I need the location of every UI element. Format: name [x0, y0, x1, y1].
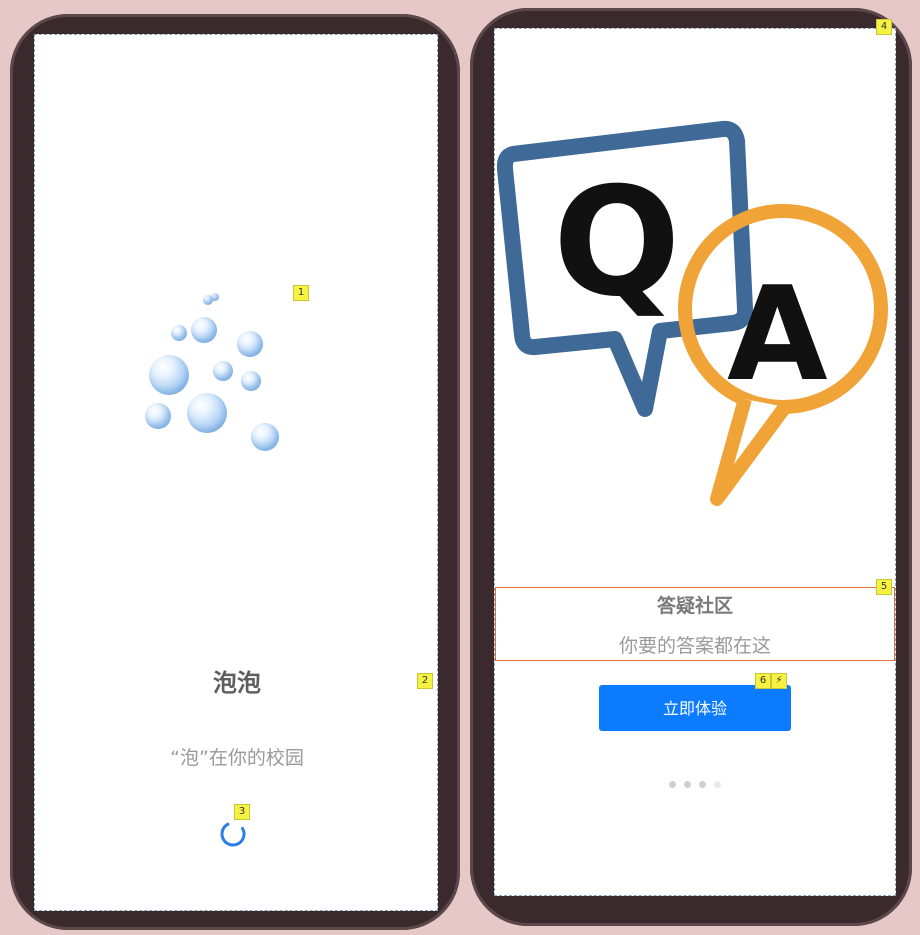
onboarding-screen: Q A 答疑社区 你要的答案都在这 立即体验: [494, 28, 896, 896]
bubbles-icon: [145, 293, 305, 475]
spinner-icon: [220, 821, 246, 847]
page-dot[interactable]: [684, 781, 691, 788]
feature-subtitle: 你要的答案都在这: [618, 635, 771, 657]
try-now-button[interactable]: 立即体验: [599, 685, 791, 731]
lightning-icon: ⚡: [771, 673, 787, 689]
annotation-marker-6: 6: [755, 673, 771, 689]
feature-title: 答疑社区: [656, 595, 733, 617]
page-dot[interactable]: [699, 781, 706, 788]
app-slogan: “泡”在你的校园: [170, 747, 304, 769]
annotation-marker-3: 3: [234, 804, 250, 820]
app-title: 泡泡: [213, 669, 261, 697]
phone-frame-right: Q A 答疑社区 你要的答案都在这 立即体验: [470, 8, 912, 926]
illustration-letter-q: Q: [553, 156, 681, 330]
qa-chat-bubbles-icon: Q A: [496, 120, 888, 506]
annotation-marker-4: 4: [876, 19, 892, 35]
phone-frame-left: 泡泡 “泡”在你的校园: [10, 14, 460, 930]
annotation-marker-1: 1: [293, 285, 309, 301]
annotation-marker-2: 2: [417, 673, 433, 689]
page-dot-active[interactable]: [714, 781, 721, 788]
splash-screen: 泡泡 “泡”在你的校园: [34, 34, 438, 911]
illustration-letter-a: A: [727, 258, 828, 410]
page-indicator: [495, 773, 895, 792]
page-dot[interactable]: [669, 781, 676, 788]
annotation-marker-5: 5: [876, 579, 892, 595]
